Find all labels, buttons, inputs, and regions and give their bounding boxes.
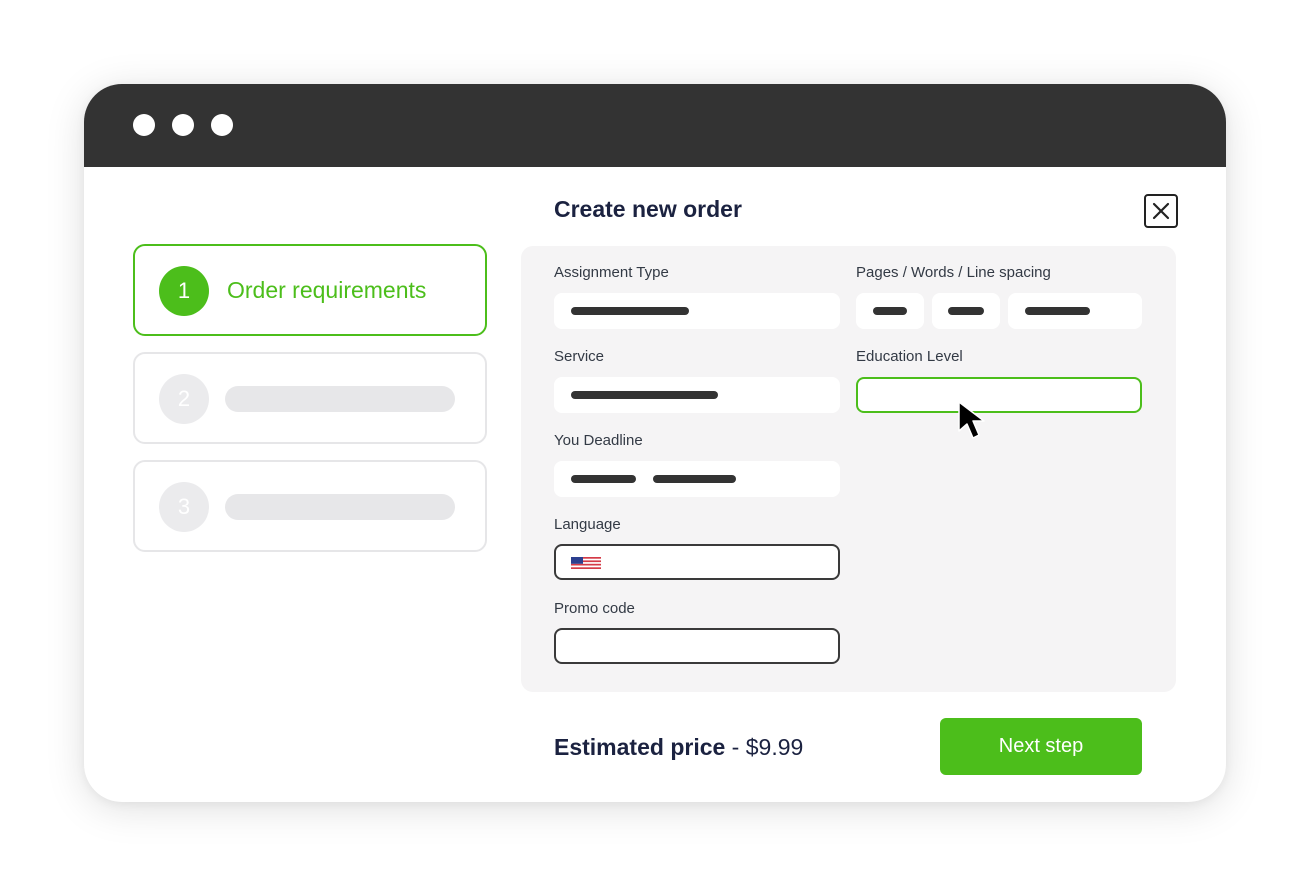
close-button[interactable]: [1144, 194, 1178, 228]
step-2[interactable]: 2: [133, 352, 487, 444]
step-number: 2: [159, 374, 209, 424]
line-spacing-select[interactable]: [1008, 293, 1142, 329]
words-field[interactable]: [932, 293, 1000, 329]
value-placeholder: [571, 307, 689, 315]
value-placeholder: [948, 307, 984, 315]
step-label-placeholder: [225, 386, 455, 412]
promo-code-label: Promo code: [554, 600, 635, 617]
pages-words-spacing-label: Pages / Words / Line spacing: [856, 264, 1051, 281]
value-placeholder: [571, 391, 718, 399]
promo-code-input[interactable]: [554, 628, 840, 664]
price-value: $9.99: [745, 734, 804, 760]
date-placeholder: [571, 475, 636, 483]
assignment-type-select[interactable]: [554, 293, 840, 329]
title-bar: [84, 84, 1226, 167]
price-separator: -: [725, 734, 746, 760]
window-dot-2[interactable]: [172, 114, 194, 136]
window-dot-3[interactable]: [211, 114, 233, 136]
next-step-button[interactable]: Next step: [940, 718, 1142, 775]
time-placeholder: [653, 475, 736, 483]
pages-stepper[interactable]: [856, 293, 924, 329]
service-select[interactable]: [554, 377, 840, 413]
language-select[interactable]: [554, 544, 840, 580]
step-label-placeholder: [225, 494, 455, 520]
service-label: Service: [554, 348, 605, 365]
browser-window: 1 Order requirements 2 3 Create new orde…: [84, 84, 1226, 802]
step-order-requirements[interactable]: 1 Order requirements: [133, 244, 487, 336]
deadline-label: You Deadline: [554, 432, 643, 449]
step-3[interactable]: 3: [133, 460, 487, 552]
step-number: 3: [159, 482, 209, 532]
window-dot-1[interactable]: [133, 114, 155, 136]
step-label: Order requirements: [227, 277, 427, 303]
education-level-label: Education Level: [856, 348, 963, 365]
mouse-pointer-icon: [958, 401, 985, 439]
value-placeholder: [873, 307, 907, 315]
estimated-price-label: Estimated price: [554, 734, 726, 760]
close-icon: [1152, 202, 1170, 220]
page-title: Create new order: [554, 196, 742, 222]
step-number: 1: [159, 266, 209, 316]
deadline-picker[interactable]: [554, 461, 840, 497]
estimated-price: Estimated price - $9.99: [554, 734, 803, 761]
education-level-select[interactable]: [856, 377, 1142, 413]
assignment-type-label: Assignment Type: [554, 264, 669, 281]
order-form-panel: Assignment Type Service You Deadline Lan…: [521, 246, 1176, 692]
value-placeholder: [1025, 307, 1090, 315]
us-flag-icon: [571, 557, 601, 569]
language-label: Language: [554, 516, 621, 533]
